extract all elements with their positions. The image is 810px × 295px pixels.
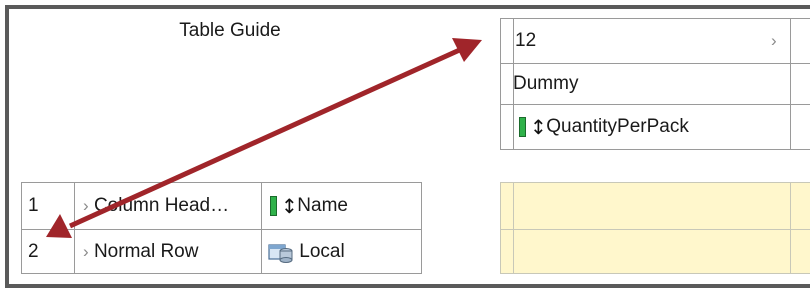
row-1-type: Column Head… <box>93 195 230 216</box>
chevron-right-icon[interactable]: › <box>771 31 777 51</box>
table-guide-title: Table Guide <box>179 20 281 41</box>
row-2-type-cell[interactable]: › Normal Row <box>74 229 262 274</box>
row-1-value-cell[interactable]: ↕ Name <box>261 182 422 230</box>
page-row[interactable]: 12 › <box>500 18 810 64</box>
row-1-type-cell[interactable]: › Column Head… <box>74 182 262 230</box>
header-row: Dummy <box>500 63 810 105</box>
header-label: Dummy <box>513 73 579 94</box>
row-2-index: 2 <box>21 229 75 274</box>
grid-divider <box>513 182 514 274</box>
local-datasource-icon <box>268 243 293 263</box>
page-value: 12 <box>515 30 537 51</box>
row-1-value: Name <box>297 195 348 216</box>
column-icon: ↕ <box>517 115 547 139</box>
column-label: QuantityPerPack <box>546 116 689 137</box>
row-2-value-cell[interactable]: Local <box>261 229 422 274</box>
row-1-index: 1 <box>21 182 75 230</box>
highlight-row[interactable] <box>500 182 810 230</box>
column-icon: ↕ <box>268 194 298 218</box>
chevron-right-icon: › <box>83 196 89 215</box>
column-row[interactable]: ↕ QuantityPerPack <box>500 104 810 150</box>
row-2-type: Normal Row <box>93 240 199 262</box>
chevron-right-icon: › <box>83 241 89 261</box>
row-2-value: Local <box>299 240 345 262</box>
highlight-row[interactable] <box>500 229 810 274</box>
grid-divider <box>790 182 791 274</box>
